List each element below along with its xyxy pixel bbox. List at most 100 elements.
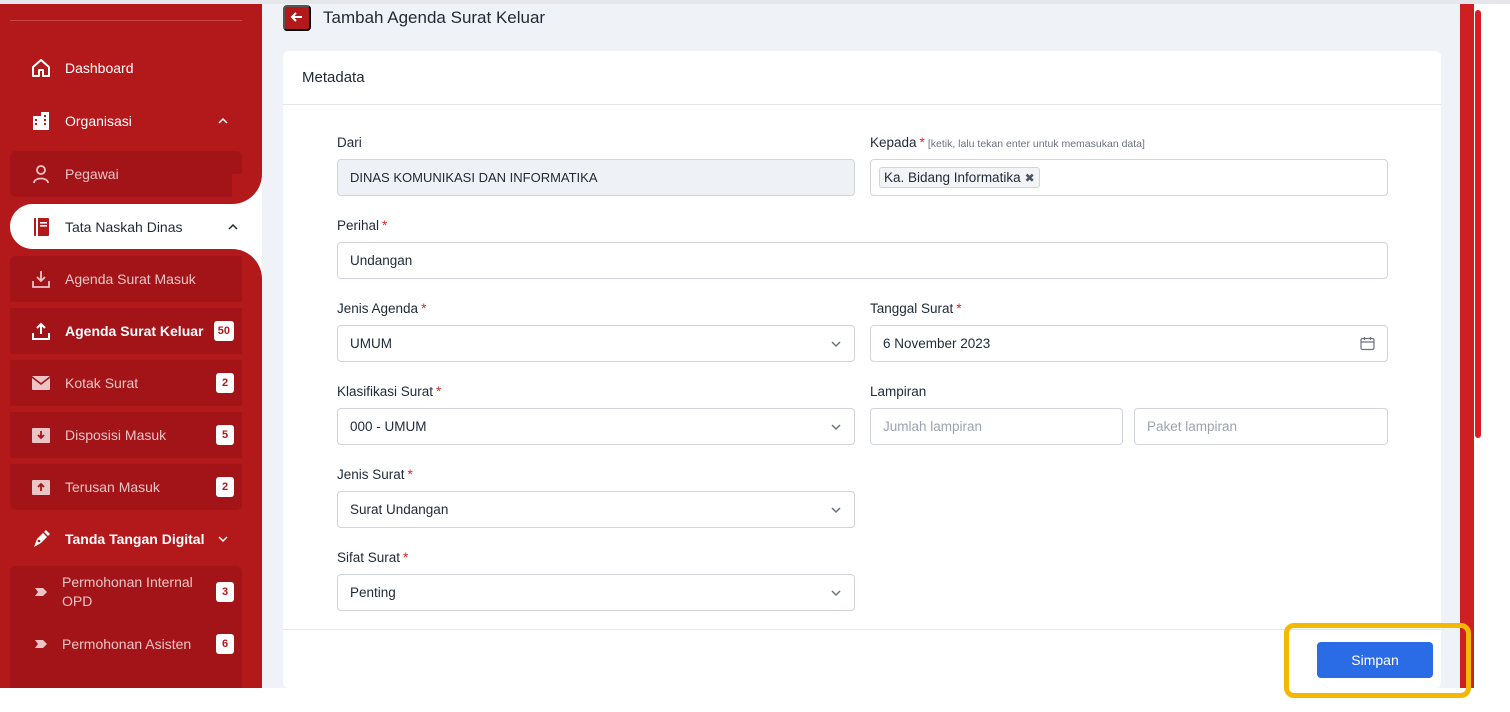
jenis-surat-value: Surat Undangan [350, 502, 449, 517]
sidebar-item-label: Pegawai [65, 166, 119, 182]
upload-tray-icon [30, 320, 52, 342]
chevron-up-icon [226, 220, 240, 234]
required-mark: * [407, 467, 413, 482]
label-text: Dari [337, 135, 362, 150]
sidebar-item-label: Kotak Surat [65, 375, 139, 391]
calendar-icon[interactable] [1359, 336, 1375, 352]
klasifikasi-surat-label: Klasifikasi Surat * [337, 384, 441, 399]
sidebar-item-label: Disposisi Masuk [65, 427, 167, 443]
label-text: Perihal [337, 218, 380, 233]
arrow-left-icon [290, 10, 304, 27]
jenis-surat-label: Jenis Surat * [337, 467, 413, 482]
inbox-down-icon [30, 424, 52, 446]
jumlah-lampiran-placeholder: Jumlah lampiran [883, 419, 983, 434]
chevron-up-icon [216, 114, 230, 128]
card-footer-divider [283, 629, 1441, 630]
sidebar-item-label: Tata Naskah Dinas [65, 218, 183, 235]
sidebar-item-kotak-surat[interactable]: Kotak Surat 2 [10, 360, 242, 406]
count-badge: 3 [216, 582, 234, 602]
tanggal-surat-input[interactable]: 6 November 2023 [870, 325, 1388, 362]
count-badge: 2 [216, 477, 234, 497]
perihal-input[interactable]: Undangan [337, 242, 1388, 279]
sidebar-item-label: Agenda Surat Keluar [65, 323, 204, 339]
paket-lampiran-input[interactable]: Paket lampiran [1134, 408, 1388, 445]
bottom-strip [0, 688, 1510, 712]
recipient-tag-label: Ka. Bidang Informatika [884, 170, 1021, 185]
scrollbar-thumb[interactable] [1475, 10, 1481, 438]
sidebar-item-pegawai[interactable]: Pegawai [10, 151, 242, 197]
sidebar-item-tata-naskah-dinas[interactable]: Tata Naskah Dinas [10, 204, 262, 249]
jenis-surat-select[interactable]: Surat Undangan [337, 491, 855, 528]
sidebar-item-label: Agenda Surat Masuk [65, 271, 196, 287]
tanggal-surat-label: Tanggal Surat * [870, 301, 962, 316]
sidebar: Dashboard Organisasi Pegawai Tata Naskah… [0, 4, 262, 688]
recipient-tag: Ka. Bidang Informatika ✖ [879, 167, 1040, 188]
sidebar-item-dashboard[interactable]: Dashboard [10, 46, 242, 90]
book-icon [30, 216, 52, 238]
count-badge: 5 [216, 425, 234, 445]
sidebar-divider [10, 20, 242, 21]
mail-icon [30, 372, 52, 394]
sidebar-item-disposisi-masuk[interactable]: Disposisi Masuk 5 [10, 412, 242, 458]
label-text: Lampiran [870, 384, 927, 399]
count-badge: 2 [216, 373, 234, 393]
jenis-agenda-label: Jenis Agenda * [337, 301, 426, 316]
page-title: Tambah Agenda Surat Keluar [323, 8, 546, 27]
remove-tag-icon[interactable]: ✖ [1025, 171, 1035, 185]
main-content: Tambah Agenda Surat Keluar Metadata Dari… [262, 4, 1460, 688]
sidebar-item-label: Tanda Tangan Digital [65, 531, 205, 547]
required-mark: * [956, 301, 962, 316]
sidebar-item-organisasi[interactable]: Organisasi [10, 99, 242, 143]
sidebar-item-permohonan-internal-opd[interactable]: Permohonan Internal OPD 3 [10, 566, 242, 618]
perihal-value: Undangan [350, 253, 413, 268]
sidebar-item-terusan-masuk[interactable]: Terusan Masuk 2 [10, 464, 242, 510]
required-mark: * [421, 301, 427, 316]
sidebar-item-permohonan-asisten[interactable]: Permohonan Asisten 6 [10, 618, 242, 670]
sidebar-item-next[interactable] [10, 670, 242, 688]
jumlah-lampiran-input[interactable]: Jumlah lampiran [870, 408, 1123, 445]
label-text: Kepada [870, 135, 917, 150]
label-text: Sifat Surat [337, 550, 401, 565]
label-text: Jenis Surat [337, 467, 405, 482]
sifat-surat-select[interactable]: Penting [337, 574, 855, 611]
download-tray-icon [30, 268, 52, 290]
chevron-down-icon [830, 421, 842, 433]
jenis-agenda-value: UMUM [350, 336, 392, 351]
chevron-down-icon [830, 587, 842, 599]
sidebar-item-agenda-surat-masuk[interactable]: Agenda Surat Masuk [10, 256, 242, 302]
jenis-agenda-select[interactable]: UMUM [337, 325, 855, 362]
paket-lampiran-placeholder: Paket lampiran [1147, 419, 1238, 434]
card-title: Metadata [283, 51, 1441, 105]
label-text: Klasifikasi Surat [337, 384, 434, 399]
klasifikasi-surat-select[interactable]: 000 - UMUM [337, 408, 855, 445]
sidebar-item-label: Terusan Masuk [65, 479, 160, 495]
kepada-tag-input[interactable]: Ka. Bidang Informatika ✖ [870, 159, 1388, 196]
lampiran-label: Lampiran [870, 384, 926, 399]
back-button[interactable] [283, 5, 311, 31]
dari-label: Dari [337, 135, 362, 150]
sidebar-item-label: Permohonan Internal OPD [62, 574, 193, 609]
save-button[interactable]: Simpan [1317, 642, 1433, 678]
page-header: Tambah Agenda Surat Keluar [283, 4, 545, 32]
sidebar-item-tanda-tangan-digital[interactable]: Tanda Tangan Digital [10, 517, 242, 561]
count-badge: 6 [216, 634, 234, 654]
chevron-down-icon [830, 504, 842, 516]
chevron-down-icon [830, 338, 842, 350]
kepada-hint: [ketik, lalu tekan enter untuk memasukan… [927, 138, 1145, 150]
home-icon [30, 57, 52, 79]
pen-nib-icon [30, 528, 52, 550]
klasifikasi-surat-value: 000 - UMUM [350, 419, 427, 434]
chevron-down-icon [216, 532, 230, 546]
right-accent-rail [1460, 4, 1474, 688]
user-icon [30, 163, 52, 185]
sifat-surat-label: Sifat Surat * [337, 550, 408, 565]
dari-value: DINAS KOMUNIKASI DAN INFORMATIKA [350, 170, 598, 185]
building-icon [30, 110, 52, 132]
label-text: Tanggal Surat [870, 301, 954, 316]
required-mark: * [919, 135, 925, 150]
sidebar-item-label: Dashboard [65, 60, 134, 76]
sidebar-item-agenda-surat-keluar[interactable]: Agenda Surat Keluar 50 [10, 308, 242, 354]
dari-field: DINAS KOMUNIKASI DAN INFORMATIKA [337, 159, 855, 196]
required-mark: * [403, 550, 409, 565]
required-mark: * [436, 384, 442, 399]
